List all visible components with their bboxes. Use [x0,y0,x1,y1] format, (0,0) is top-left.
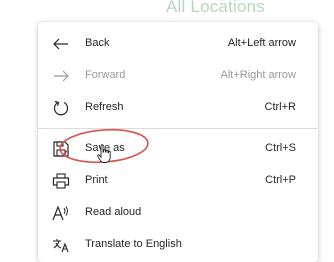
forward-arrow-icon [51,67,71,85]
menu-item-label: Translate to English [85,238,182,250]
menu-item-shortcut: Ctrl+R [264,101,296,113]
menu-item-label: Print [85,174,108,186]
translate-icon [51,236,71,254]
page-heading: All Locations [166,0,265,16]
read-aloud-icon [51,204,71,222]
print-icon [51,172,71,190]
menu-item-shortcut: Ctrl+P [265,174,296,186]
menu-item-label: Save as [85,142,125,154]
menu-item-shortcut: Ctrl+S [265,142,296,154]
menu-item-shortcut: Alt+Left arrow [227,37,296,49]
menu-item-label: Back [85,37,110,49]
context-menu: Back Alt+Left arrow Forward Alt+Right ar… [38,22,318,262]
menu-item-refresh[interactable]: Refresh Ctrl+R [38,92,318,124]
refresh-icon [51,99,71,117]
back-arrow-icon [51,35,71,53]
menu-item-print[interactable]: Print Ctrl+P [38,165,318,197]
save-icon [51,140,71,158]
menu-item-translate[interactable]: Translate to English [38,229,318,261]
menu-item-label: Refresh [85,101,124,113]
menu-item-forward[interactable]: Forward Alt+Right arrow [38,60,318,92]
menu-item-shortcut: Alt+Right arrow [220,69,296,81]
menu-item-label: Forward [85,69,126,81]
menu-item-read-aloud[interactable]: Read aloud [38,197,318,229]
menu-item-label: Read aloud [85,206,142,218]
menu-divider [38,128,318,129]
menu-item-back[interactable]: Back Alt+Left arrow [38,28,318,60]
menu-item-save-as[interactable]: Save as Ctrl+S [38,133,318,165]
